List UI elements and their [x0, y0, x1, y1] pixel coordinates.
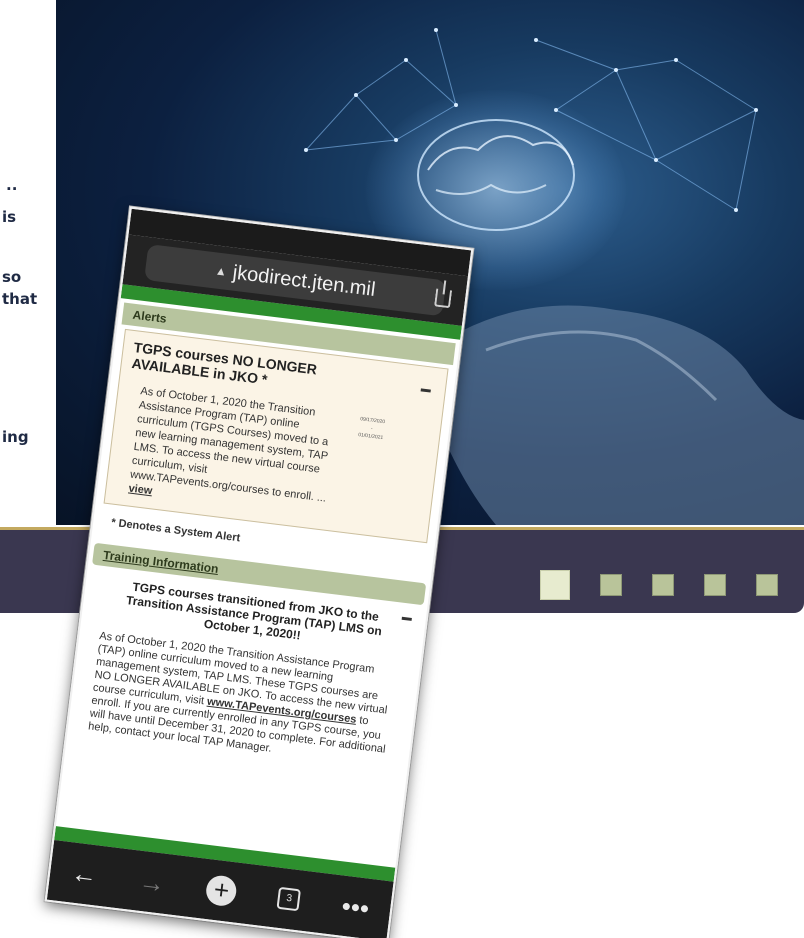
- slide-2-indicator[interactable]: [600, 574, 622, 596]
- slide-5-indicator[interactable]: [756, 574, 778, 596]
- text-fragment: so: [2, 268, 22, 286]
- alert-body: As of October 1, 2020 the Transition Ass…: [116, 383, 348, 521]
- tabs-icon[interactable]: 3: [276, 886, 302, 912]
- more-icon[interactable]: •••: [340, 890, 371, 924]
- url-text: jkodirect.jten.mil: [231, 261, 377, 301]
- text-fragment: that: [2, 290, 38, 308]
- alert-card: TGPS courses NO LONGER AVAILABLE in JKO …: [103, 328, 449, 544]
- alert-body-text: As of October 1, 2020 the Transition Ass…: [129, 385, 329, 505]
- text-fragment: ing: [2, 428, 29, 446]
- left-text-panel: .. is so that ing: [0, 0, 56, 500]
- text-fragment: ..: [6, 176, 18, 194]
- text-fragment: is: [2, 208, 17, 226]
- share-icon[interactable]: [434, 288, 453, 309]
- alert-dates: 09/17/2020 - 01/01/2021: [340, 414, 393, 526]
- collapse-icon[interactable]: [420, 388, 431, 393]
- slide-3-indicator[interactable]: [652, 574, 674, 596]
- alert-view-link[interactable]: view: [128, 483, 153, 498]
- lock-icon: ▲: [214, 263, 228, 279]
- training-body: As of October 1, 2020 the Transition Ass…: [87, 630, 399, 770]
- slide-4-indicator[interactable]: [704, 574, 726, 596]
- slider-pagination: [540, 570, 778, 600]
- new-tab-icon[interactable]: +: [204, 874, 239, 908]
- slide-1-indicator[interactable]: [540, 570, 570, 600]
- back-arrow-icon[interactable]: ←: [70, 857, 99, 891]
- forward-arrow-icon[interactable]: →: [137, 865, 166, 899]
